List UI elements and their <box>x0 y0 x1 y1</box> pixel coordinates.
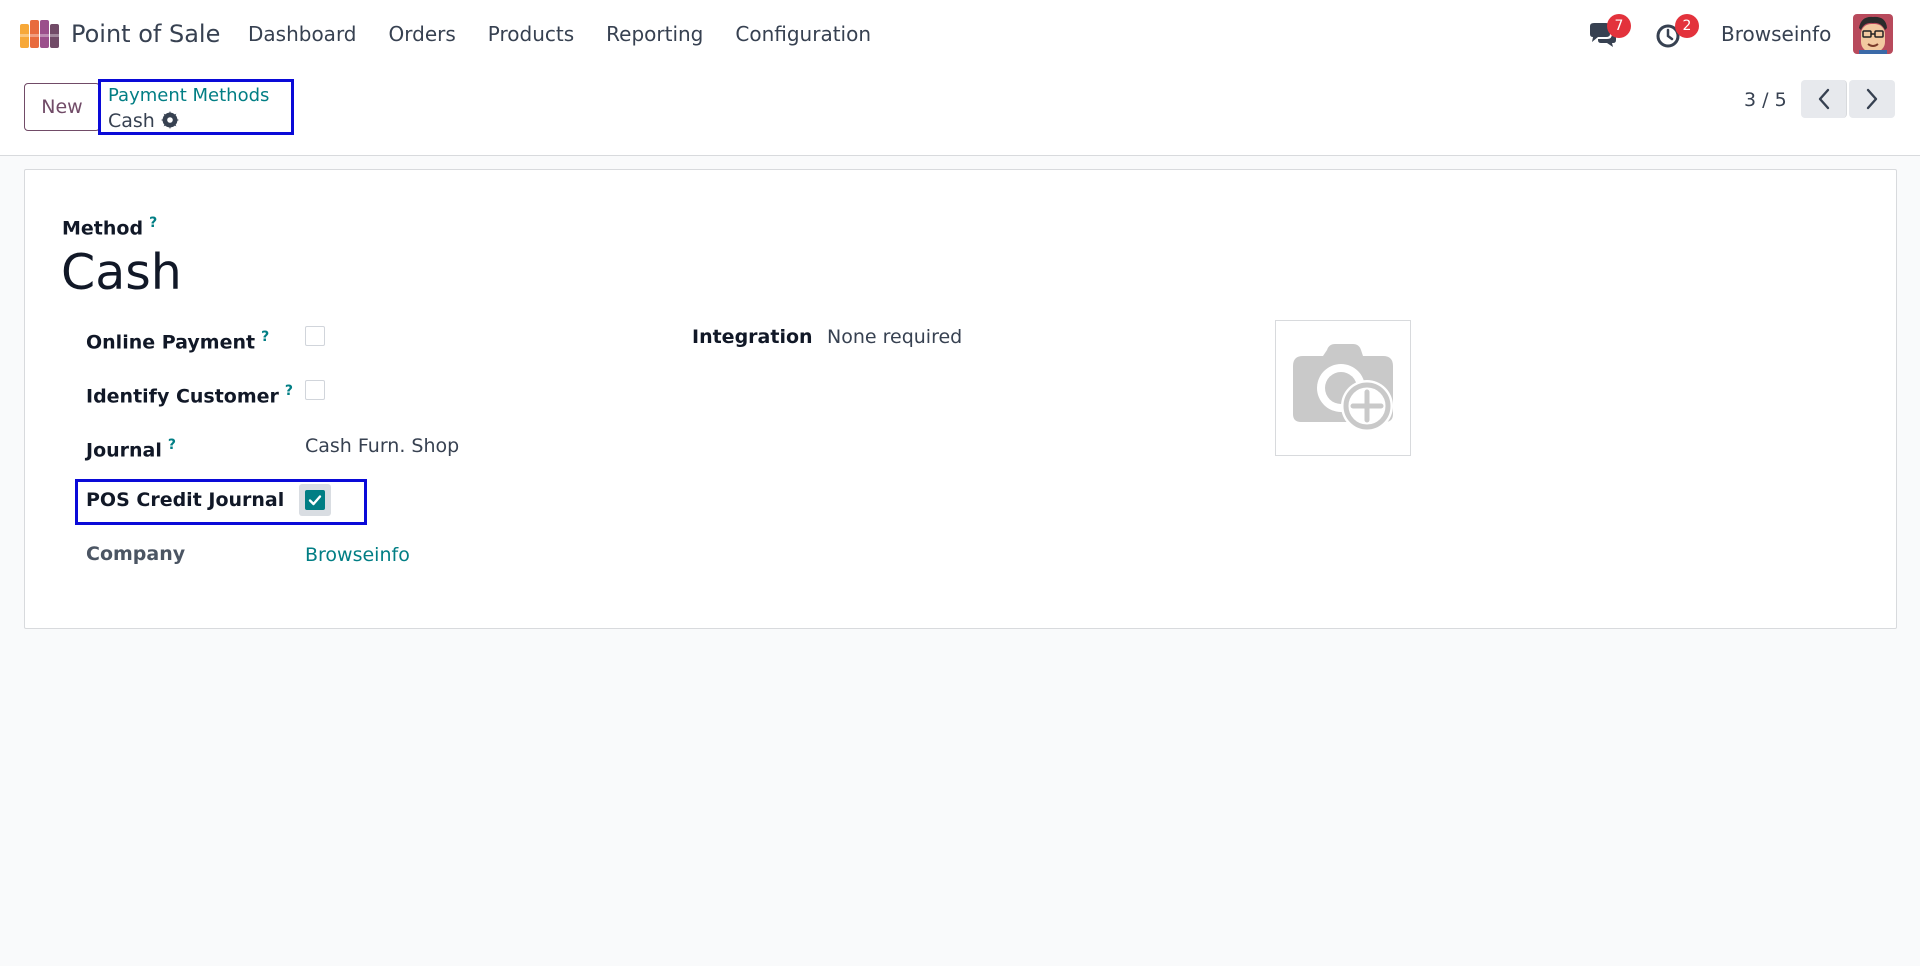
method-name-field[interactable]: Cash <box>61 240 182 306</box>
breadcrumb-payment-methods[interactable]: Payment Methods <box>108 84 269 108</box>
top-navbar: Point of Sale Dashboard Orders Products … <box>0 0 1920 68</box>
pager-previous-button[interactable] <box>1801 80 1847 118</box>
new-button[interactable]: New <box>24 83 100 131</box>
form-sheet: Method? Cash Online Payment? Identify Cu… <box>24 169 1897 629</box>
company-link[interactable]: Browseinfo <box>305 542 410 568</box>
user-menu[interactable]: Browseinfo <box>1721 20 1831 48</box>
integration-label: Integration <box>692 326 813 348</box>
pos-credit-journal-label: POS Credit Journal <box>86 489 285 511</box>
camera-add-icon <box>1293 344 1393 432</box>
breadcrumb-current: Cash <box>108 109 179 133</box>
breadcrumb: Payment Methods Cash <box>98 79 294 135</box>
app-name[interactable]: Point of Sale <box>71 18 220 50</box>
menu-products[interactable]: Products <box>488 20 574 48</box>
control-panel: New Payment Methods Cash 3 / 5 <box>0 68 1920 156</box>
menu-reporting[interactable]: Reporting <box>606 20 703 48</box>
menu-orders[interactable]: Orders <box>389 20 456 48</box>
menu-dashboard[interactable]: Dashboard <box>248 20 357 48</box>
journal-help-tooltip[interactable]: ? <box>168 437 176 453</box>
identify-customer-label: Identify Customer? <box>86 378 293 409</box>
chevron-right-icon <box>1866 88 1878 110</box>
identify-customer-checkbox[interactable] <box>305 380 325 400</box>
messages-button[interactable]: 7 <box>1587 14 1631 50</box>
pager-next-button[interactable] <box>1849 80 1895 118</box>
journal-label-text: Journal <box>86 439 162 462</box>
gear-icon[interactable] <box>160 111 179 129</box>
online-payment-label-text: Online Payment <box>86 331 256 354</box>
main-menu: Dashboard Orders Products Reporting Conf… <box>232 20 887 48</box>
integration-value: None required <box>827 326 963 348</box>
company-label: Company <box>86 543 186 565</box>
breadcrumb-current-label: Cash <box>108 110 155 132</box>
identify-customer-label-text: Identify Customer <box>86 385 279 408</box>
method-label: Method? <box>62 210 157 241</box>
journal-label: Journal? <box>86 432 176 463</box>
pos-credit-journal-checkbox[interactable] <box>305 490 325 510</box>
activities-button[interactable]: 2 <box>1655 14 1699 50</box>
messages-badge: 7 <box>1607 14 1631 38</box>
pos-app-icon[interactable] <box>20 20 60 48</box>
chevron-left-icon <box>1818 88 1829 110</box>
online-payment-checkbox[interactable] <box>305 326 325 346</box>
activities-badge: 2 <box>1675 14 1699 38</box>
online-payment-label: Online Payment? <box>86 324 269 355</box>
menu-configuration[interactable]: Configuration <box>735 20 871 48</box>
identify-customer-help-tooltip[interactable]: ? <box>285 383 293 399</box>
method-help-tooltip[interactable]: ? <box>149 215 157 231</box>
journal-field[interactable]: Cash Furn. Shop <box>305 433 459 459</box>
checkmark-icon <box>308 495 322 506</box>
image-upload[interactable] <box>1275 320 1411 456</box>
pager-value[interactable]: 3 / 5 <box>1744 87 1787 113</box>
avatar[interactable] <box>1853 14 1893 54</box>
online-payment-help-tooltip[interactable]: ? <box>261 329 269 345</box>
method-label-text: Method <box>62 217 144 240</box>
